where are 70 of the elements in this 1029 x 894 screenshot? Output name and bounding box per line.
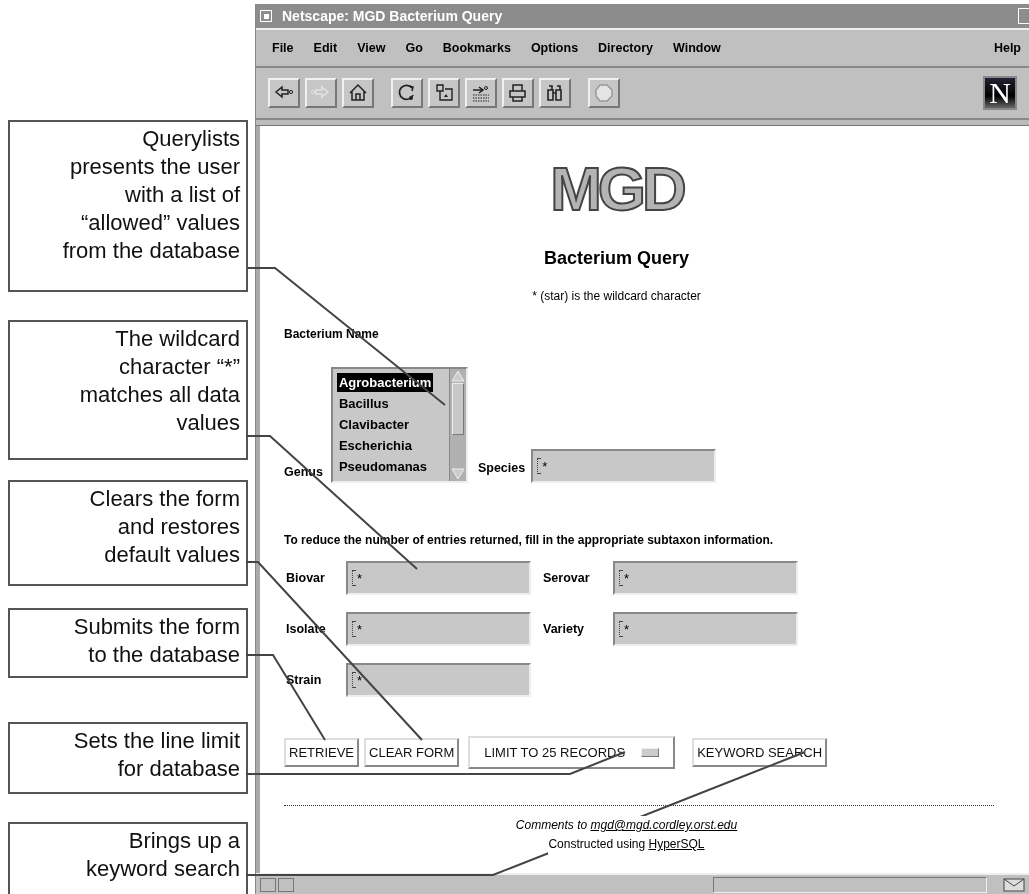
- menu-item[interactable]: Window: [663, 41, 731, 55]
- field-label: Biovar: [285, 571, 326, 585]
- wildcard-note: * (star) is the wildcard character: [532, 289, 701, 303]
- form-button[interactable]: CLEAR FORM: [364, 738, 460, 767]
- callout-text: Sets the line limit for database: [8, 722, 248, 794]
- form-button[interactable]: RETRIEVE: [284, 738, 359, 767]
- connection-icon[interactable]: [278, 877, 294, 892]
- back-button[interactable]: [268, 78, 300, 108]
- scrollbar[interactable]: [448, 369, 466, 481]
- comments-text: Comments to mgd@mgd.cordley.orst.edu: [515, 816, 738, 835]
- menu-item[interactable]: Edit: [303, 41, 348, 55]
- home-icon: [347, 82, 369, 104]
- home-button[interactable]: [342, 78, 374, 108]
- field-label: Serovar: [542, 571, 591, 585]
- callout-text: Querylists presents the user with a list of “allowed” values from the database: [8, 120, 248, 292]
- dropdown-indicator-icon: [641, 748, 660, 757]
- menu-item[interactable]: Help: [983, 41, 1023, 55]
- list-option[interactable]: Agrobacterium: [336, 373, 434, 392]
- menu-item[interactable]: View: [347, 41, 396, 55]
- callout-text: Brings up a keyword search: [8, 822, 248, 894]
- callout-text: Clears the form and restores default values: [8, 480, 248, 586]
- menu-item[interactable]: Bookmarks: [432, 41, 521, 55]
- input-field[interactable]: *: [346, 561, 531, 595]
- print-button[interactable]: [502, 78, 534, 108]
- mail-icon[interactable]: [1003, 877, 1025, 892]
- email-link[interactable]: mgd@mgd.cordley.orst.edu: [590, 818, 738, 832]
- field-label: Species: [477, 461, 526, 475]
- list-option[interactable]: Clavibacter: [336, 415, 411, 434]
- text-cursor-icon: [619, 570, 623, 586]
- input-field[interactable]: *: [346, 663, 531, 697]
- callout-text: Submits the form to the database: [8, 608, 248, 678]
- menu-item[interactable]: Options: [520, 41, 589, 55]
- form-button[interactable]: KEYWORD SEARCH: [692, 738, 828, 767]
- list-option[interactable]: Escherichia: [336, 436, 414, 455]
- window-menu-icon[interactable]: [260, 10, 272, 22]
- list-option[interactable]: Pseudomanas: [336, 457, 430, 476]
- callout-text: The wildcard character “*” matches all data values: [8, 320, 248, 460]
- input-field[interactable]: *: [531, 449, 717, 483]
- image-icon: [433, 82, 455, 104]
- genus-list[interactable]: Agrobacterium Bacillus Clavibacter Escherichia Pseudomanas: [330, 367, 468, 483]
- input-field[interactable]: *: [613, 561, 798, 595]
- logo: MGD: [550, 156, 683, 222]
- window-title: Netscape: MGD Bacterium Query: [282, 8, 504, 24]
- input-field[interactable]: *: [613, 612, 798, 646]
- security-icon[interactable]: [260, 877, 276, 892]
- scroll-down-icon[interactable]: [449, 467, 466, 481]
- menu-item[interactable]: Directory: [588, 41, 663, 55]
- page-heading: Bacterium Query: [543, 248, 690, 269]
- hypersql-link[interactable]: HyperSQL: [648, 837, 705, 851]
- stop-icon: [593, 82, 615, 104]
- find-button[interactable]: [539, 78, 571, 108]
- list-option[interactable]: Bacillus: [336, 394, 391, 413]
- menu-item[interactable]: File: [262, 41, 304, 55]
- images-button[interactable]: [428, 78, 460, 108]
- brand-logo[interactable]: N: [983, 76, 1017, 110]
- text-cursor-icon: [352, 672, 356, 688]
- limit-dropdown[interactable]: LIMIT TO 25 RECORDS: [468, 736, 676, 769]
- resize-icon[interactable]: [1018, 8, 1029, 24]
- scroll-up-icon[interactable]: [449, 369, 466, 383]
- reload-button[interactable]: [391, 78, 423, 108]
- credit-text: Constructed using HyperSQL: [548, 835, 705, 854]
- open-button[interactable]: [465, 78, 497, 108]
- menu-item[interactable]: Go: [395, 41, 433, 55]
- field-label: Variety: [542, 622, 585, 636]
- text-cursor-icon: [619, 621, 623, 637]
- text-cursor-icon: [352, 621, 356, 637]
- input-field[interactable]: *: [346, 612, 531, 646]
- text-cursor-icon: [352, 570, 356, 586]
- text-cursor-icon: [537, 458, 542, 474]
- printer-icon: [507, 82, 529, 104]
